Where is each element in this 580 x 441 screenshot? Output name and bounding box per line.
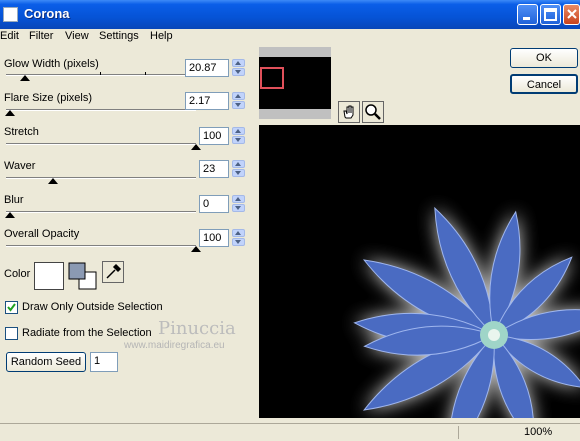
status-bar: 100% [0,423,580,441]
blur-input[interactable]: 0 [199,195,229,213]
stretch-label: Stretch [4,126,39,138]
overall-opacity-spinner[interactable] [232,229,245,247]
menu-bar: Edit Filter View Settings Help [0,29,580,45]
blur-track[interactable] [6,211,196,213]
zoom-tool-icon[interactable] [362,101,384,123]
flare-size-track[interactable] [6,109,196,111]
blur-slider-thumb[interactable] [5,212,15,218]
watermark-url: www.maidiregrafica.eu [124,340,225,351]
color-source-button[interactable] [68,262,97,290]
minimize-button[interactable] [517,4,538,25]
preview-area[interactable] [259,125,580,418]
waver-spinner[interactable] [232,160,245,178]
glow-width-slider-thumb[interactable] [19,75,30,81]
overall-opacity-input[interactable]: 100 [199,229,229,247]
waver-track[interactable] [6,177,196,179]
color-label: Color [4,268,31,280]
random-seed-button[interactable]: Random Seed [6,352,86,372]
menu-view[interactable]: View [65,30,89,42]
color-swatch[interactable] [34,262,64,290]
close-button[interactable] [563,4,580,25]
stretch-input[interactable]: 100 [199,127,229,145]
app-icon [3,7,18,22]
draw-outside-label: Draw Only Outside Selection [22,301,163,313]
glow-width-tick [100,72,101,75]
radiate-label: Radiate from the Selection [22,327,152,339]
flare-size-spinner[interactable] [232,92,245,110]
overall-opacity-track[interactable] [6,245,196,247]
glow-width-input[interactable]: 20.87 [185,59,229,77]
eyedropper-icon[interactable] [102,261,124,283]
waver-slider-thumb[interactable] [47,178,58,184]
glow-width-spinner[interactable] [232,59,245,77]
random-seed-input[interactable]: 1 [90,352,118,372]
draw-outside-checkbox[interactable] [5,301,18,314]
blur-spinner[interactable] [232,195,245,213]
preview-image [353,206,580,418]
blur-label: Blur [4,194,24,206]
overall-opacity-label: Overall Opacity [4,228,80,240]
navigator-view-rect[interactable] [260,67,284,89]
ok-button[interactable]: OK [510,48,578,68]
zoom-level: 100% [524,426,553,438]
navigator-panel[interactable] [259,47,331,119]
title-bar: Corona [0,0,580,29]
checkmark-icon [7,303,16,312]
menu-settings[interactable]: Settings [99,30,139,42]
hand-tool-icon[interactable] [338,101,360,123]
menu-filter[interactable]: Filter [29,30,53,42]
glow-width-tick [145,72,146,75]
maximize-button[interactable] [540,4,561,25]
watermark-name: Pinuccia [158,318,236,339]
menu-help[interactable]: Help [150,30,173,42]
flare-size-input[interactable]: 2.17 [185,92,229,110]
menu-edit[interactable]: Edit [0,30,19,42]
glow-width-label: Glow Width (pixels) [4,58,99,70]
glow-width-track[interactable] [6,74,196,76]
waver-label: Waver [4,160,36,172]
status-divider [458,426,459,439]
stretch-track[interactable] [6,143,196,145]
stretch-spinner[interactable] [232,127,245,145]
flare-size-slider-thumb[interactable] [5,110,15,116]
flare-size-label: Flare Size (pixels) [4,92,93,104]
window-title: Corona [24,6,70,21]
radiate-checkbox[interactable] [5,327,18,340]
cancel-button[interactable]: Cancel [510,74,578,94]
waver-input[interactable]: 23 [199,160,229,178]
